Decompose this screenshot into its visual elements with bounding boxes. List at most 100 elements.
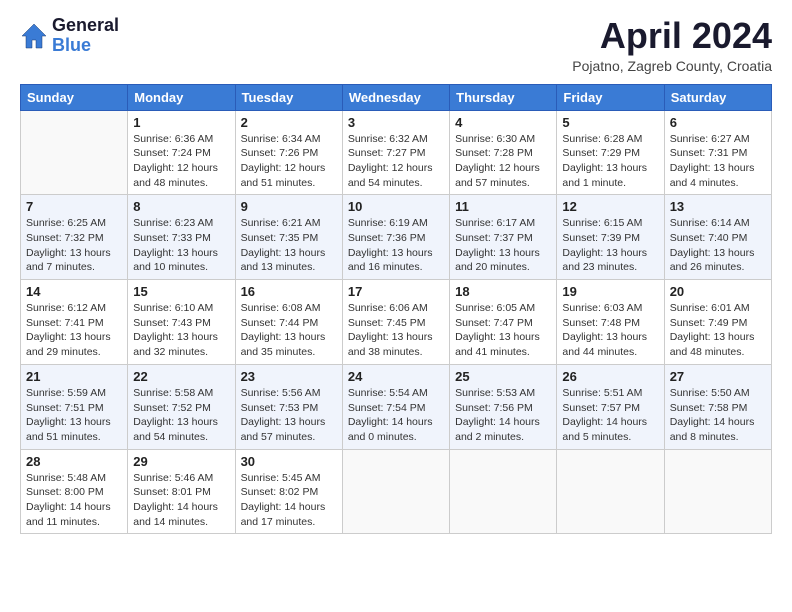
day-info: Sunrise: 6:10 AM Sunset: 7:43 PM Dayligh… — [133, 301, 229, 360]
table-row: 27Sunrise: 5:50 AM Sunset: 7:58 PM Dayli… — [664, 364, 771, 449]
logo-icon — [20, 22, 48, 50]
table-row — [664, 449, 771, 534]
weekday-wednesday: Wednesday — [342, 84, 449, 110]
day-number: 7 — [26, 199, 122, 214]
day-number: 12 — [562, 199, 658, 214]
table-row: 12 Sunrise: 6:15 AM Sunset: 7:39 PM Dayli… — [557, 195, 664, 280]
table-row: 30 Sunrise: 5:45 AM Sunset: 8:02 PM Dayli… — [235, 449, 342, 534]
day-number: 6 — [670, 115, 766, 130]
day-info: Sunrise: 5:46 AM Sunset: 8:01 PM Dayligh… — [133, 471, 229, 530]
day-info: Sunrise: 5:45 AM Sunset: 8:02 PM Dayligh… — [241, 471, 337, 530]
day-info: Sunrise: 6:08 AM Sunset: 7:44 PM Dayligh… — [241, 301, 337, 360]
day-number: 1 — [133, 115, 229, 130]
table-row: 23Sunrise: 5:56 AM Sunset: 7:53 PM Dayli… — [235, 364, 342, 449]
day-info: Sunrise: 5:53 AM Sunset: 7:56 PM Dayligh… — [455, 386, 551, 445]
table-row — [342, 449, 449, 534]
weekday-header-row: Sunday Monday Tuesday Wednesday Thursday… — [21, 84, 772, 110]
day-info: Sunrise: 6:17 AM Sunset: 7:37 PM Dayligh… — [455, 216, 551, 275]
table-row: 24 Sunrise: 5:54 AM Sunset: 7:54 PM Dayli… — [342, 364, 449, 449]
day-number: 5 — [562, 115, 658, 130]
day-info: Sunrise: 5:50 AM Sunset: 7:58 PM Dayligh… — [670, 386, 766, 445]
table-row: 22Sunrise: 5:58 AM Sunset: 7:52 PM Dayli… — [128, 364, 235, 449]
day-number: 30 — [241, 454, 337, 469]
table-row — [557, 449, 664, 534]
table-row: 29 Sunrise: 5:46 AM Sunset: 8:01 PM Dayli… — [128, 449, 235, 534]
calendar-table: Sunday Monday Tuesday Wednesday Thursday… — [20, 84, 772, 535]
day-number: 26 — [562, 369, 658, 384]
table-row — [450, 449, 557, 534]
day-info: Sunrise: 5:56 AM Sunset: 7:53 PM Dayligh… — [241, 386, 337, 445]
logo-text: General Blue — [52, 16, 119, 56]
logo-general-label: General — [52, 16, 119, 36]
day-info: Sunrise: 6:30 AM Sunset: 7:28 PM Dayligh… — [455, 132, 551, 191]
weekday-tuesday: Tuesday — [235, 84, 342, 110]
table-row: 20 Sunrise: 6:01 AM Sunset: 7:49 PM Dayli… — [664, 280, 771, 365]
day-info: Sunrise: 6:23 AM Sunset: 7:33 PM Dayligh… — [133, 216, 229, 275]
table-row: 17 Sunrise: 6:06 AM Sunset: 7:45 PM Dayli… — [342, 280, 449, 365]
table-row: 4Sunrise: 6:30 AM Sunset: 7:28 PM Daylig… — [450, 110, 557, 195]
day-info: Sunrise: 6:05 AM Sunset: 7:47 PM Dayligh… — [455, 301, 551, 360]
table-row: 21Sunrise: 5:59 AM Sunset: 7:51 PM Dayli… — [21, 364, 128, 449]
day-number: 29 — [133, 454, 229, 469]
table-row: 13Sunrise: 6:14 AM Sunset: 7:40 PM Dayli… — [664, 195, 771, 280]
weekday-friday: Friday — [557, 84, 664, 110]
day-info: Sunrise: 6:01 AM Sunset: 7:49 PM Dayligh… — [670, 301, 766, 360]
weekday-thursday: Thursday — [450, 84, 557, 110]
day-info: Sunrise: 6:15 AM Sunset: 7:39 PM Dayligh… — [562, 216, 658, 275]
day-number: 8 — [133, 199, 229, 214]
day-number: 19 — [562, 284, 658, 299]
location-subtitle: Pojatno, Zagreb County, Croatia — [572, 58, 772, 74]
day-number: 17 — [348, 284, 444, 299]
table-row: 28Sunrise: 5:48 AM Sunset: 8:00 PM Dayli… — [21, 449, 128, 534]
calendar-week-row: 21Sunrise: 5:59 AM Sunset: 7:51 PM Dayli… — [21, 364, 772, 449]
day-number: 14 — [26, 284, 122, 299]
calendar-week-row: 7 Sunrise: 6:25 AM Sunset: 7:32 PM Daylig… — [21, 195, 772, 280]
day-number: 21 — [26, 369, 122, 384]
calendar-week-row: 28Sunrise: 5:48 AM Sunset: 8:00 PM Dayli… — [21, 449, 772, 534]
calendar-week-row: 1 Sunrise: 6:36 AM Sunset: 7:24 PM Daylig… — [21, 110, 772, 195]
table-row: 5 Sunrise: 6:28 AM Sunset: 7:29 PM Daylig… — [557, 110, 664, 195]
day-number: 18 — [455, 284, 551, 299]
day-number: 15 — [133, 284, 229, 299]
day-info: Sunrise: 6:06 AM Sunset: 7:45 PM Dayligh… — [348, 301, 444, 360]
table-row: 3Sunrise: 6:32 AM Sunset: 7:27 PM Daylig… — [342, 110, 449, 195]
table-row: 25Sunrise: 5:53 AM Sunset: 7:56 PM Dayli… — [450, 364, 557, 449]
calendar-week-row: 14Sunrise: 6:12 AM Sunset: 7:41 PM Dayli… — [21, 280, 772, 365]
weekday-saturday: Saturday — [664, 84, 771, 110]
day-info: Sunrise: 6:19 AM Sunset: 7:36 PM Dayligh… — [348, 216, 444, 275]
table-row: 14Sunrise: 6:12 AM Sunset: 7:41 PM Dayli… — [21, 280, 128, 365]
logo: General Blue — [20, 16, 119, 56]
day-info: Sunrise: 6:27 AM Sunset: 7:31 PM Dayligh… — [670, 132, 766, 191]
day-info: Sunrise: 6:36 AM Sunset: 7:24 PM Dayligh… — [133, 132, 229, 191]
day-number: 10 — [348, 199, 444, 214]
day-number: 24 — [348, 369, 444, 384]
weekday-monday: Monday — [128, 84, 235, 110]
day-info: Sunrise: 5:58 AM Sunset: 7:52 PM Dayligh… — [133, 386, 229, 445]
title-block: April 2024 Pojatno, Zagreb County, Croat… — [572, 16, 772, 74]
weekday-sunday: Sunday — [21, 84, 128, 110]
table-row: 1 Sunrise: 6:36 AM Sunset: 7:24 PM Daylig… — [128, 110, 235, 195]
day-number: 9 — [241, 199, 337, 214]
day-info: Sunrise: 5:51 AM Sunset: 7:57 PM Dayligh… — [562, 386, 658, 445]
table-row: 19Sunrise: 6:03 AM Sunset: 7:48 PM Dayli… — [557, 280, 664, 365]
day-info: Sunrise: 6:25 AM Sunset: 7:32 PM Dayligh… — [26, 216, 122, 275]
day-info: Sunrise: 6:34 AM Sunset: 7:26 PM Dayligh… — [241, 132, 337, 191]
month-title: April 2024 — [572, 16, 772, 56]
day-info: Sunrise: 6:32 AM Sunset: 7:27 PM Dayligh… — [348, 132, 444, 191]
table-row: 26 Sunrise: 5:51 AM Sunset: 7:57 PM Dayli… — [557, 364, 664, 449]
day-number: 20 — [670, 284, 766, 299]
day-number: 16 — [241, 284, 337, 299]
day-info: Sunrise: 5:54 AM Sunset: 7:54 PM Dayligh… — [348, 386, 444, 445]
day-info: Sunrise: 5:48 AM Sunset: 8:00 PM Dayligh… — [26, 471, 122, 530]
page: General Blue April 2024 Pojatno, Zagreb … — [0, 0, 792, 612]
day-number: 11 — [455, 199, 551, 214]
table-row: 8 Sunrise: 6:23 AM Sunset: 7:33 PM Daylig… — [128, 195, 235, 280]
day-number: 2 — [241, 115, 337, 130]
table-row: 11 Sunrise: 6:17 AM Sunset: 7:37 PM Dayli… — [450, 195, 557, 280]
header: General Blue April 2024 Pojatno, Zagreb … — [20, 16, 772, 74]
table-row — [21, 110, 128, 195]
day-info: Sunrise: 6:28 AM Sunset: 7:29 PM Dayligh… — [562, 132, 658, 191]
day-info: Sunrise: 6:14 AM Sunset: 7:40 PM Dayligh… — [670, 216, 766, 275]
logo-blue-label: Blue — [52, 36, 119, 56]
table-row: 18 Sunrise: 6:05 AM Sunset: 7:47 PM Dayli… — [450, 280, 557, 365]
